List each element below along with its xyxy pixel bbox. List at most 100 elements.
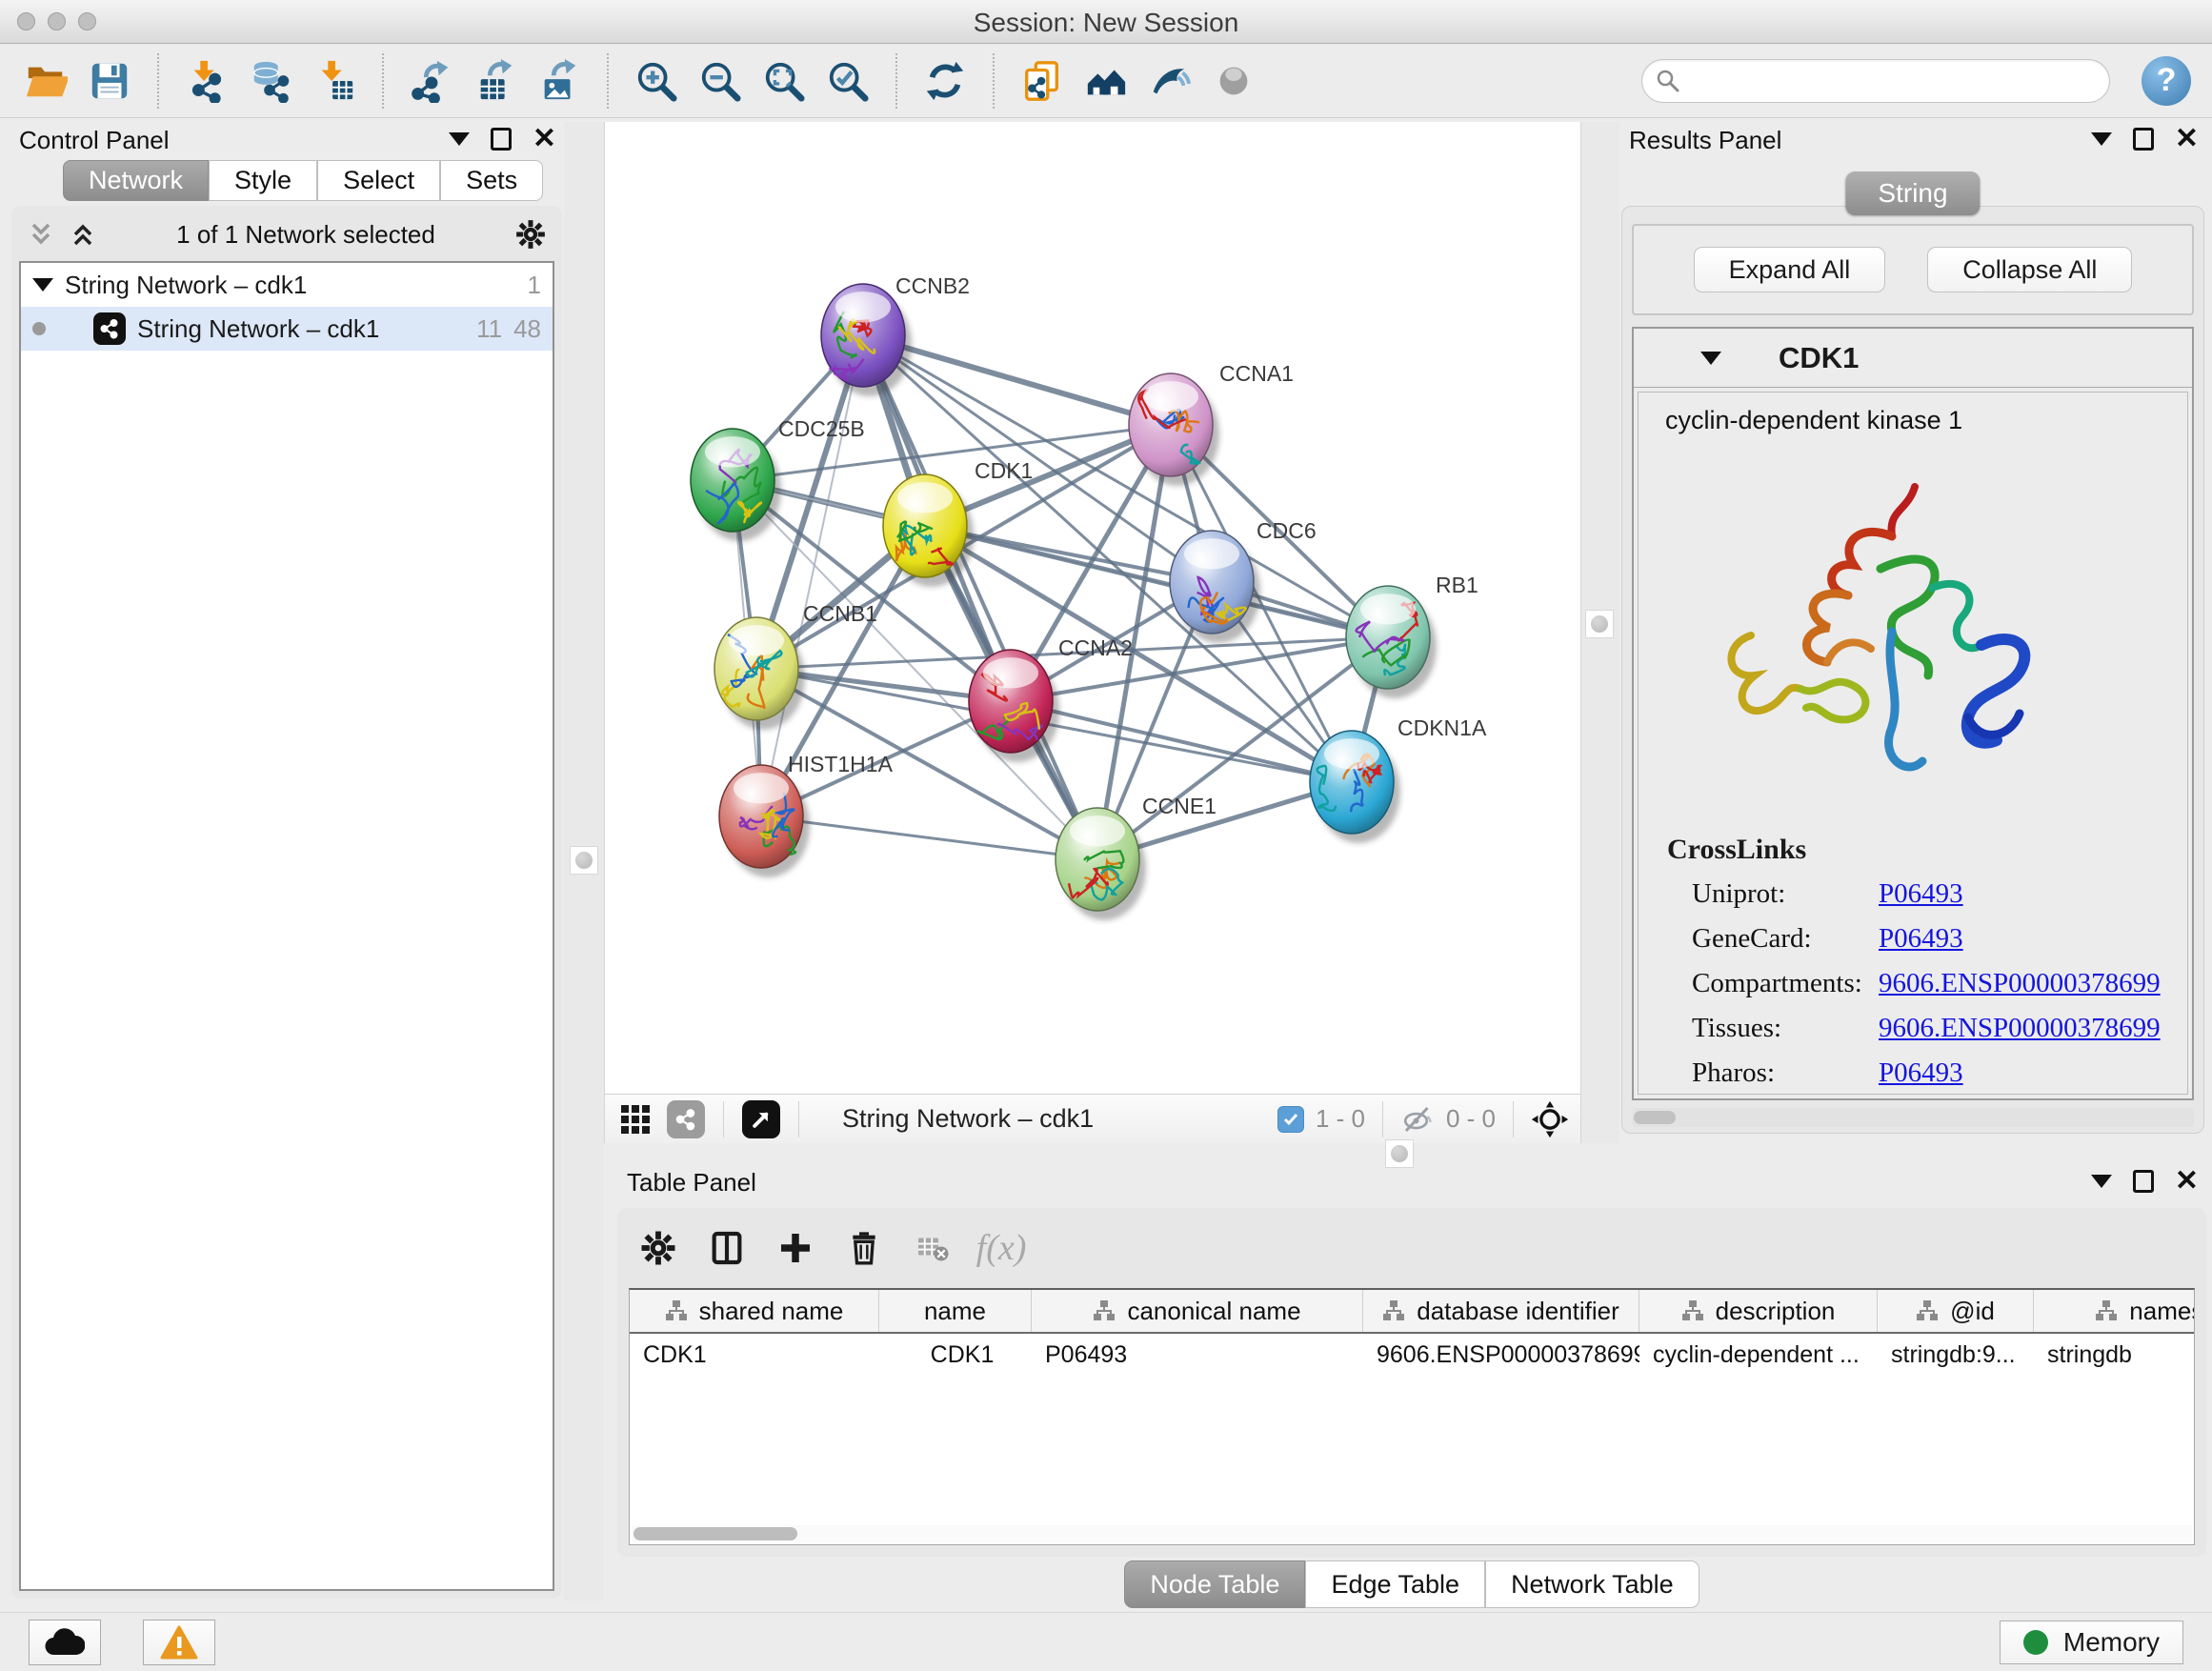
right-splitter[interactable] [1581,122,1619,1143]
zoom-in-button[interactable] [632,54,681,108]
memory-button[interactable]: Memory [2000,1621,2183,1664]
panel-float-icon[interactable] [491,128,512,151]
import-network-file-button[interactable] [182,54,231,108]
table-cell[interactable]: cyclin-dependent ... [1639,1341,1878,1369]
network-node-rb1[interactable]: RB1 [1346,573,1478,698]
export-table-button[interactable] [471,54,520,108]
tab-style[interactable]: Style [209,160,317,201]
panel-close-icon[interactable]: ✕ [533,128,556,151]
crosslink-link[interactable]: P06493 [1879,1057,1963,1089]
search-input[interactable] [1680,67,2096,94]
hidden-eye-icon[interactable] [1400,1102,1435,1137]
function-builder-icon[interactable]: f(x) [979,1226,1023,1270]
collapse-all-chevron-icon[interactable] [27,220,55,249]
network-node-cdk1[interactable]: CDK1 [883,458,1033,587]
network-node-ccne1[interactable]: CCNE1 [1056,794,1217,920]
left-splitter-handle[interactable] [570,846,598,875]
column-header--id[interactable]: @id [1878,1290,2034,1332]
delete-column-trash-icon[interactable] [842,1226,886,1270]
network-row-selected[interactable]: String Network – cdk1 11 48 [21,307,553,351]
column-header-namespace[interactable]: namespace [2034,1290,2195,1332]
network-node-cdc6[interactable]: CDC6 [1170,518,1317,643]
export-image-button[interactable] [534,54,584,108]
help-button[interactable]: ? [2142,56,2191,106]
panel-float-icon[interactable] [2133,1170,2154,1193]
horizontal-splitter[interactable] [604,1143,2212,1164]
grid-view-icon[interactable] [616,1100,654,1138]
save-session-button[interactable] [85,54,134,108]
network-node-ccnb1[interactable]: CCNB1 [714,601,877,730]
table-cell[interactable]: P06493 [1032,1341,1363,1369]
column-header-database-identifier[interactable]: database identifier [1363,1290,1639,1332]
expand-all-chevron-icon[interactable] [69,220,97,249]
table-cell[interactable]: stringdb [2034,1341,2195,1369]
gene-card-header[interactable]: CDK1 [1634,329,2192,388]
column-header-description[interactable]: description [1639,1290,1878,1332]
clone-network-button[interactable] [1017,54,1067,108]
table-horizontal-scrollbar[interactable] [632,1525,2192,1542]
collapse-all-button[interactable]: Collapse All [1927,247,2132,292]
table-cell[interactable]: CDK1 [630,1341,879,1369]
gear-icon[interactable] [514,218,547,251]
network-node-cdkn1a[interactable]: CDKN1A [1310,715,1487,843]
card-collapse-icon[interactable] [1700,352,1721,365]
left-splitter[interactable] [564,122,604,1601]
crosshair-icon[interactable] [1531,1100,1569,1138]
inactive-sphere-button[interactable] [1209,54,1258,108]
panel-close-icon[interactable]: ✕ [2175,1170,2199,1193]
table-settings-gear-icon[interactable] [636,1226,680,1270]
tab-network-table[interactable]: Network Table [1485,1560,1699,1608]
cloud-button[interactable] [29,1620,101,1665]
selected-checkbox-icon[interactable] [1277,1106,1304,1133]
table-cell[interactable]: 9606.ENSP00000378699 [1363,1341,1639,1369]
table-cell[interactable]: stringdb:9... [1878,1341,2034,1369]
network-node-hist1h1a[interactable]: HIST1H1A [719,752,894,877]
crosslink-link[interactable]: 9606.ENSP00000378699 [1879,1013,2161,1044]
string-houses-button[interactable] [1081,54,1131,108]
apply-layout-button[interactable] [920,54,970,108]
panel-collapse-icon[interactable] [449,132,470,146]
tab-node-table[interactable]: Node Table [1124,1560,1305,1608]
add-column-icon[interactable] [774,1226,817,1270]
zoom-fit-button[interactable] [759,54,809,108]
panel-collapse-icon[interactable] [2091,1175,2112,1188]
network-canvas[interactable]: CCNB2CCNA1CDC25BCDK1CDC6RB1CCNB1CCNA2CDK… [605,122,1582,1094]
network-collection-row[interactable]: String Network – cdk1 1 [21,263,553,307]
open-session-button[interactable] [21,54,70,108]
crosslink-link[interactable]: P06493 [1879,878,1963,910]
show-columns-icon[interactable] [705,1226,749,1270]
zoom-out-button[interactable] [695,54,745,108]
network-edge[interactable] [1011,701,1352,782]
table-row[interactable]: CDK1CDK1P064939606.ENSP00000378699cyclin… [630,1334,2194,1376]
column-header-shared-name[interactable]: shared name [630,1290,879,1332]
tab-network[interactable]: Network [63,160,209,201]
string-glass-ball-button[interactable] [1145,54,1195,108]
network-edge[interactable] [761,335,863,816]
zoom-selected-button[interactable] [823,54,873,108]
import-network-database-button[interactable] [246,54,295,108]
crosslink-link[interactable]: P06493 [1879,923,1963,955]
tab-edge-table[interactable]: Edge Table [1305,1560,1485,1608]
warnings-button[interactable] [143,1620,215,1665]
expand-all-button[interactable]: Expand All [1694,247,1886,292]
panel-close-icon[interactable]: ✕ [2175,128,2199,151]
delete-table-icon[interactable] [911,1226,955,1270]
search-field[interactable] [1641,59,2110,103]
network-node-cdc25b[interactable]: CDC25B [691,416,865,541]
table-cell[interactable]: CDK1 [879,1341,1032,1369]
column-header-canonical-name[interactable]: canonical name [1032,1290,1363,1332]
network-node-ccnb2[interactable]: CCNB2 [821,273,970,396]
network-edge[interactable] [761,816,1097,859]
column-header-name[interactable]: name [879,1290,1032,1332]
tab-select[interactable]: Select [317,160,440,201]
tab-string[interactable]: String [1845,171,1980,215]
results-scrollbar[interactable] [1632,1108,2194,1127]
crosslink-link[interactable]: 9606.ENSP00000378699 [1879,968,2161,999]
import-table-file-button[interactable] [310,54,359,108]
panel-collapse-icon[interactable] [2091,132,2112,146]
network-edge[interactable] [863,335,1097,859]
tab-sets[interactable]: Sets [440,160,543,201]
network-share-icon[interactable] [667,1100,705,1138]
tree-expand-icon[interactable] [32,278,53,292]
birds-eye-view-icon[interactable] [742,1100,780,1138]
